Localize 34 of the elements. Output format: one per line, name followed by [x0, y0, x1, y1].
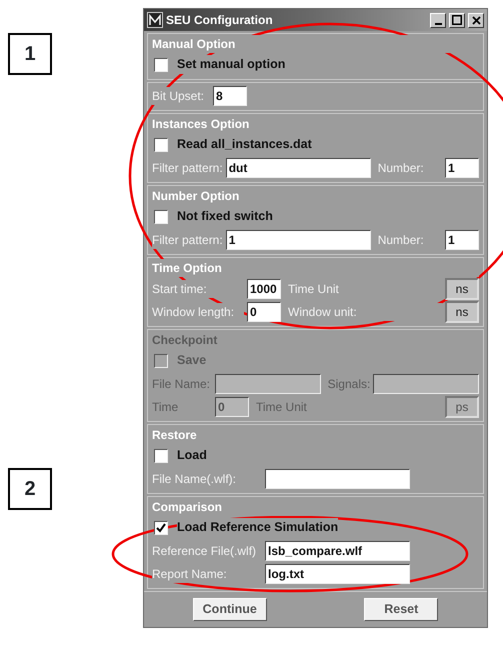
minimize-icon	[434, 22, 442, 24]
checkbox-label: Set manual option	[177, 55, 286, 74]
input-field[interactable]: lsb_compare.wlf	[265, 540, 410, 560]
input-field[interactable]: 1	[445, 230, 479, 250]
maximize-button[interactable]	[449, 12, 465, 28]
checkbox[interactable]	[154, 520, 168, 534]
input-field[interactable]: dut	[226, 158, 371, 178]
minimize-button[interactable]	[430, 12, 446, 28]
field-label: Window length:	[152, 302, 244, 320]
section-title: Time Option	[152, 259, 479, 277]
input-field[interactable]	[265, 468, 410, 488]
unit-button: ps	[445, 396, 479, 418]
app-logo-icon	[147, 12, 163, 28]
input-field[interactable]: 0	[247, 302, 281, 322]
input-field[interactable]: 1000	[247, 278, 281, 298]
unit-button[interactable]: ns	[445, 300, 479, 322]
checkbox[interactable]	[154, 58, 168, 72]
checkbox[interactable]	[154, 210, 168, 224]
unit-button[interactable]: ns	[445, 278, 479, 300]
input-field[interactable]: 1	[226, 230, 371, 250]
callout-number: 2	[8, 468, 52, 510]
checkbox[interactable]	[154, 138, 168, 152]
maximize-icon	[452, 15, 462, 25]
window-title: SEU Configuration	[166, 12, 274, 29]
dialog-button[interactable]: Continue	[192, 598, 267, 621]
close-button[interactable]	[468, 12, 484, 28]
checkbox[interactable]	[154, 448, 168, 462]
input-field[interactable]: 1	[445, 158, 479, 178]
input-field: 0	[215, 396, 249, 416]
dialog-button[interactable]: Reset	[364, 598, 438, 621]
input-field[interactable]: 8	[213, 86, 247, 106]
callout-number: 1	[8, 33, 52, 75]
input-field[interactable]: log.txt	[265, 564, 410, 584]
close-icon	[472, 16, 480, 24]
